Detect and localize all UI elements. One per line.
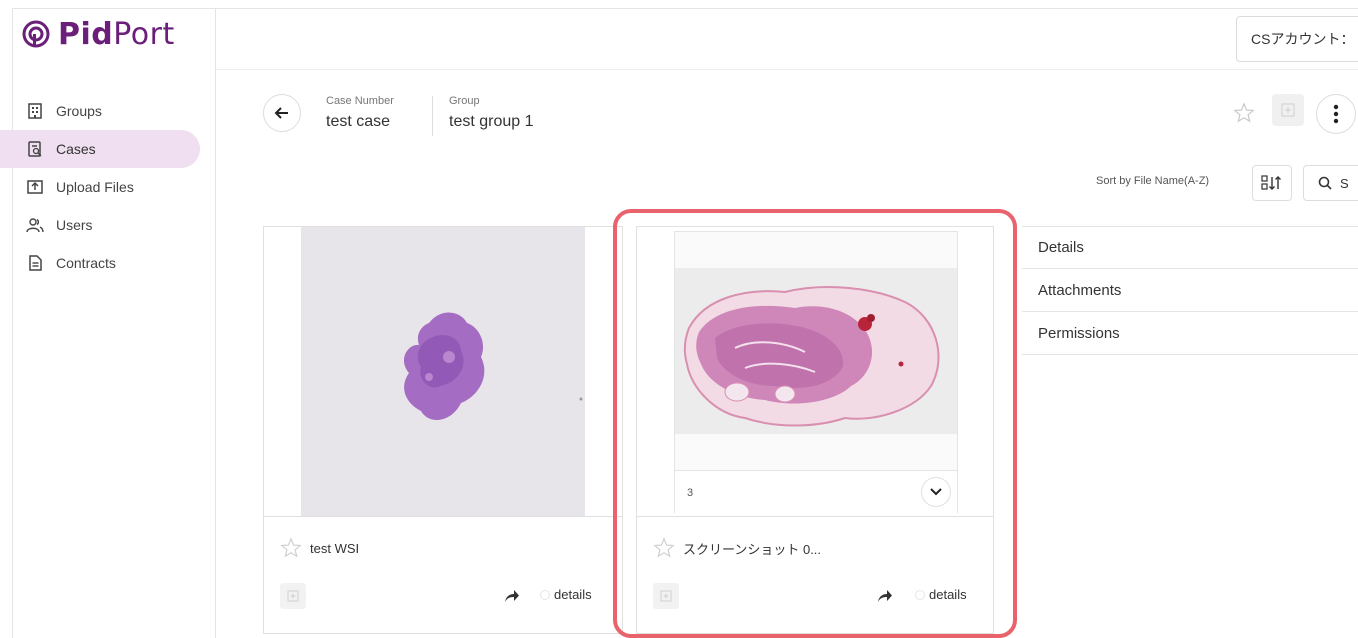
meta-divider bbox=[432, 96, 433, 136]
share-icon[interactable] bbox=[504, 589, 520, 603]
slide-image-bar: 3 bbox=[675, 470, 957, 514]
logo-text: PidPort bbox=[58, 16, 175, 52]
slide-thumbnail-area[interactable]: 3 bbox=[637, 227, 993, 517]
group-value: test group 1 bbox=[449, 113, 534, 130]
card-add-button[interactable] bbox=[653, 583, 679, 609]
search-button-label: S bbox=[1340, 175, 1349, 191]
card-footer: test WSI details bbox=[264, 517, 622, 633]
back-button[interactable] bbox=[263, 94, 301, 132]
slide-thumbnail-image bbox=[675, 268, 957, 434]
add-box-icon bbox=[287, 590, 299, 602]
more-options-button[interactable] bbox=[1316, 94, 1356, 134]
details-dot-icon bbox=[915, 589, 925, 600]
case-number-field: Case Number test case bbox=[326, 95, 394, 131]
document-icon bbox=[29, 255, 42, 271]
pidport-logo-icon bbox=[22, 20, 50, 48]
sidebar-item-groups[interactable]: Groups bbox=[0, 92, 200, 130]
add-box-icon bbox=[1281, 103, 1295, 117]
image-count: 3 bbox=[687, 487, 694, 499]
card-title: スクリーンショット 0... bbox=[653, 537, 821, 559]
users-icon bbox=[26, 218, 44, 233]
add-button[interactable] bbox=[1272, 94, 1304, 126]
sidebar-nav: Groups Cases Upload Files Users Contract… bbox=[0, 92, 200, 282]
slide-thumbnail-frame: 3 bbox=[674, 231, 958, 514]
sidebar-item-label: Users bbox=[56, 217, 93, 233]
expand-images-button[interactable] bbox=[921, 477, 951, 507]
arrow-left-icon bbox=[274, 107, 288, 119]
card-title-text: test WSI bbox=[310, 540, 360, 556]
case-number-value: test case bbox=[326, 113, 391, 130]
share-icon[interactable] bbox=[877, 589, 893, 603]
sidebar-item-label: Groups bbox=[56, 103, 102, 119]
details-dot-icon bbox=[540, 589, 550, 600]
details-link-label: details bbox=[554, 587, 592, 602]
top-bar: CSアカウント： bbox=[216, 8, 1358, 70]
sidebar-item-contracts[interactable]: Contracts bbox=[0, 244, 200, 282]
star-icon[interactable] bbox=[653, 537, 675, 559]
info-panel: Details Attachments Permissions bbox=[1022, 226, 1358, 355]
sidebar-item-label: Contracts bbox=[56, 255, 116, 271]
slide-card[interactable]: 3 スクリーンショット 0... details bbox=[636, 226, 994, 634]
details-link[interactable]: details bbox=[540, 587, 592, 602]
account-button[interactable]: CSアカウント： bbox=[1236, 16, 1358, 62]
card-footer: スクリーンショット 0... details bbox=[637, 517, 993, 633]
slide-card[interactable]: test WSI details bbox=[263, 226, 623, 634]
details-link[interactable]: details bbox=[915, 587, 967, 602]
vertical-dots-icon bbox=[1333, 104, 1339, 124]
star-icon[interactable] bbox=[280, 537, 302, 559]
sort-icon bbox=[1261, 175, 1281, 190]
group-field: Group test group 1 bbox=[449, 95, 534, 131]
slide-thumbnail-image bbox=[301, 227, 585, 516]
case-number-label: Case Number bbox=[326, 95, 394, 107]
pidport-logo[interactable]: PidPort bbox=[22, 16, 175, 52]
sort-toggle-button[interactable] bbox=[1252, 165, 1292, 201]
sidebar-item-upload-files[interactable]: Upload Files bbox=[0, 168, 200, 206]
sidebar-item-users[interactable]: Users bbox=[0, 206, 200, 244]
card-title-text: スクリーンショット 0... bbox=[683, 541, 822, 557]
search-icon bbox=[1318, 176, 1332, 190]
sidebar-item-label: Upload Files bbox=[56, 179, 134, 195]
sort-label: Sort by File Name(A-Z) bbox=[1096, 175, 1210, 187]
add-box-icon bbox=[660, 590, 672, 602]
panel-item-details[interactable]: Details bbox=[1022, 226, 1358, 269]
details-link-label: details bbox=[929, 587, 967, 602]
panel-item-attachments[interactable]: Attachments bbox=[1022, 269, 1358, 312]
sidebar-item-label: Cases bbox=[56, 141, 96, 157]
slide-thumbnail-area[interactable] bbox=[264, 227, 622, 517]
search-button[interactable]: S bbox=[1303, 165, 1358, 201]
panel-item-permissions[interactable]: Permissions bbox=[1022, 312, 1358, 355]
group-label: Group bbox=[449, 95, 480, 107]
building-icon bbox=[28, 103, 42, 119]
card-title: test WSI bbox=[280, 537, 359, 559]
favorite-star-icon[interactable] bbox=[1233, 102, 1255, 124]
card-add-button[interactable] bbox=[280, 583, 306, 609]
sidebar-item-cases[interactable]: Cases bbox=[0, 130, 200, 168]
chevron-down-icon bbox=[930, 488, 942, 496]
upload-icon bbox=[27, 180, 43, 194]
case-search-icon bbox=[28, 141, 42, 157]
